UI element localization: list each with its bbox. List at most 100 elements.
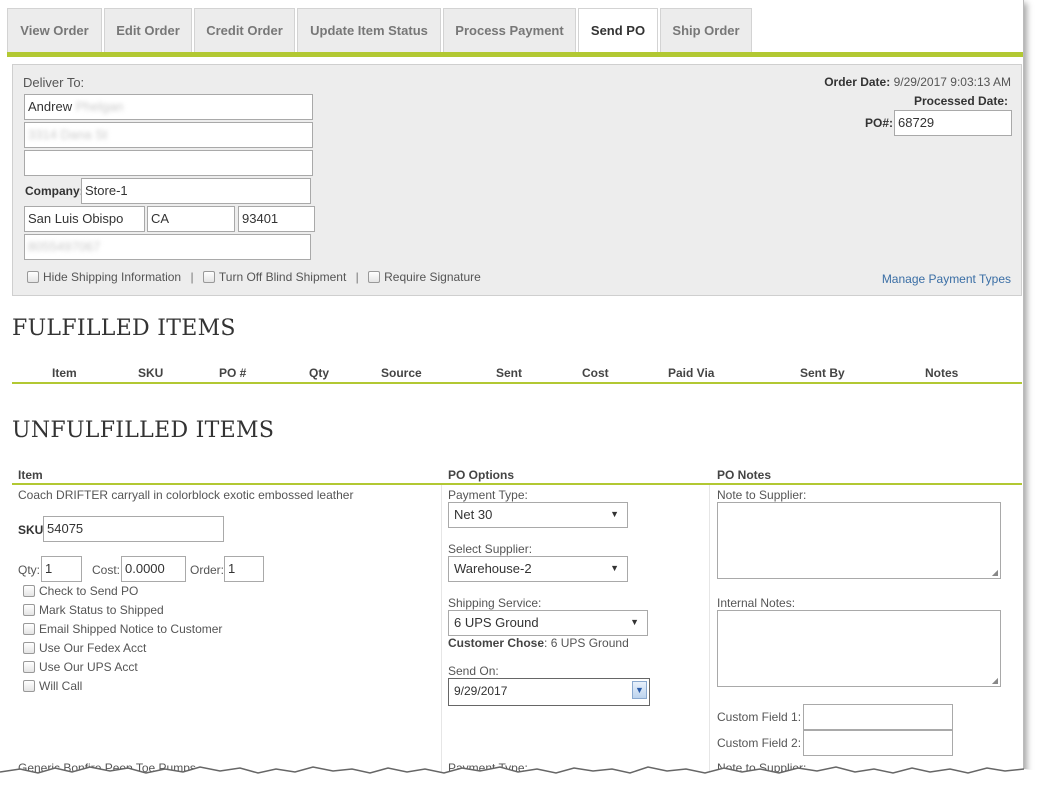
- mark-shipped-label: Mark Status to Shipped: [39, 603, 164, 617]
- email-notice-row: Email Shipped Notice to Customer: [23, 622, 222, 636]
- customer-chose-value: : 6 UPS Ground: [544, 636, 629, 650]
- col-item: Item: [52, 366, 77, 380]
- blind-shipment-label: Turn Off Blind Shipment: [218, 270, 347, 284]
- will-call-row: Will Call: [23, 679, 82, 693]
- customer-chose: Customer Chose: 6 UPS Ground: [448, 636, 629, 650]
- calendar-dropdown-icon[interactable]: ▼: [632, 681, 647, 699]
- order-date: Order Date: 9/29/2017 9:03:13 AM: [824, 75, 1011, 89]
- email-notice-label: Email Shipped Notice to Customer: [39, 622, 223, 636]
- col-notes: Notes: [925, 366, 959, 380]
- col-paid-via: Paid Via: [668, 366, 715, 380]
- require-signature-checkbox[interactable]: [368, 271, 381, 283]
- ups-acct-label: Use Our UPS Acct: [39, 660, 138, 674]
- col-sent-by: Sent By: [800, 366, 845, 380]
- check-send-po-label: Check to Send PO: [39, 584, 139, 598]
- check-send-po-checkbox[interactable]: [23, 585, 35, 597]
- require-signature-label: Require Signature: [384, 270, 481, 284]
- dropdown-arrow-icon: ▼: [630, 617, 639, 627]
- col-po-options: PO Options: [448, 468, 514, 482]
- phone-field[interactable]: 8055497067: [24, 234, 311, 260]
- po-label: PO#:: [865, 116, 894, 130]
- custom-field-1-label: Custom Field 1:: [717, 710, 802, 724]
- city-field[interactable]: San Luis Obispo: [24, 206, 145, 232]
- resize-grip-icon[interactable]: ◢: [992, 676, 998, 685]
- dropdown-arrow-icon: ▼: [610, 509, 619, 519]
- column-divider: [441, 485, 442, 775]
- state-field[interactable]: CA: [147, 206, 235, 232]
- phone-redacted: 8055497067: [28, 239, 101, 254]
- payment-type-value: Net 30: [454, 507, 493, 522]
- qty-field[interactable]: 1: [41, 556, 82, 582]
- hide-shipping-label: Hide Shipping Information: [43, 270, 182, 284]
- separator: |: [190, 270, 194, 284]
- tab-underline: [7, 52, 1023, 57]
- check-send-po-row: Check to Send PO: [23, 584, 138, 598]
- separator: |: [355, 270, 359, 284]
- col-po-notes: PO Notes: [717, 468, 772, 482]
- mark-shipped-row: Mark Status to Shipped: [23, 603, 164, 617]
- tab-credit-order[interactable]: Credit Order: [194, 8, 295, 52]
- shipping-service-label: Shipping Service:: [448, 596, 542, 610]
- name-first: Andrew: [28, 99, 73, 114]
- supplier-select[interactable]: Warehouse-2 ▼: [448, 556, 628, 582]
- ups-acct-row: Use Our UPS Acct: [23, 660, 138, 674]
- note-to-supplier-label: Note to Supplier:: [717, 488, 807, 502]
- fulfilled-items-title: FULFILLED ITEMS: [12, 316, 236, 341]
- will-call-checkbox[interactable]: [23, 680, 35, 692]
- address2-field[interactable]: [24, 150, 313, 176]
- po-number-field[interactable]: 68729: [894, 110, 1012, 136]
- col-po-number: PO #: [219, 366, 247, 380]
- email-notice-checkbox[interactable]: [23, 623, 35, 635]
- zip-field[interactable]: 93401: [238, 206, 315, 232]
- will-call-label: Will Call: [39, 679, 83, 693]
- custom-field-2-label: Custom Field 2:: [717, 736, 802, 750]
- sku-field[interactable]: 54075: [43, 516, 224, 542]
- send-on-date-picker[interactable]: 9/29/2017 ▼: [448, 678, 650, 706]
- supplier-label: Select Supplier:: [448, 542, 533, 556]
- dropdown-arrow-icon: ▼: [610, 563, 619, 573]
- address1-redacted: 3314 Dana St: [28, 127, 108, 142]
- send-on-value: 9/29/2017: [454, 684, 508, 698]
- tab-send-po[interactable]: Send PO: [578, 8, 658, 52]
- cost-label: Cost:: [92, 563, 121, 577]
- order-label: Order:: [190, 563, 225, 577]
- mark-shipped-checkbox[interactable]: [23, 604, 35, 616]
- note-to-supplier-textarea[interactable]: ◢: [717, 502, 1001, 579]
- order-field[interactable]: 1: [224, 556, 264, 582]
- customer-chose-label: Customer Chose: [448, 636, 545, 650]
- supplier-value: Warehouse-2: [454, 561, 532, 576]
- custom-field-1-input[interactable]: [803, 704, 953, 730]
- col-sku: SKU: [138, 366, 164, 380]
- processed-date-label: Processed Date:: [913, 94, 1008, 108]
- order-date-value: 9/29/2017 9:03:13 AM: [893, 75, 1011, 89]
- tab-view-order[interactable]: View Order: [7, 8, 102, 52]
- qty-label: Qty:: [18, 563, 41, 577]
- custom-field-2-input[interactable]: [803, 730, 953, 756]
- company-label: Company:: [25, 184, 84, 198]
- column-divider: [709, 485, 710, 775]
- tab-update-item-status[interactable]: Update Item Status: [297, 8, 441, 52]
- col-cost: Cost: [582, 366, 609, 380]
- fedex-acct-row: Use Our Fedex Acct: [23, 641, 146, 655]
- name-field[interactable]: Andrew Phelgan: [24, 94, 313, 120]
- hide-shipping-checkbox[interactable]: [27, 271, 39, 283]
- internal-notes-textarea[interactable]: ◢: [717, 610, 1001, 687]
- tab-edit-order[interactable]: Edit Order: [104, 8, 192, 52]
- fulfilled-header-rule: [12, 382, 1022, 384]
- cost-field[interactable]: 0.0000: [121, 556, 186, 582]
- company-field[interactable]: Store-1: [81, 178, 311, 204]
- blind-shipment-checkbox[interactable]: [202, 271, 215, 283]
- fedex-acct-label: Use Our Fedex Acct: [39, 641, 147, 655]
- resize-grip-icon[interactable]: ◢: [992, 568, 998, 577]
- ups-acct-checkbox[interactable]: [23, 661, 35, 673]
- fedex-acct-checkbox[interactable]: [23, 642, 35, 654]
- shipping-service-select[interactable]: 6 UPS Ground ▼: [448, 610, 648, 636]
- payment-type-select[interactable]: Net 30 ▼: [448, 502, 628, 528]
- deliver-panel: Deliver To: Andrew Phelgan 3314 Dana St …: [12, 64, 1022, 296]
- tab-ship-order[interactable]: Ship Order: [660, 8, 752, 52]
- order-window: View Order Edit Order Credit Order Updat…: [0, 0, 1024, 782]
- tab-process-payment[interactable]: Process Payment: [443, 8, 576, 52]
- item-description: Coach DRIFTER carryall in colorblock exo…: [18, 488, 354, 502]
- manage-payment-types-link[interactable]: Manage Payment Types: [882, 272, 1011, 286]
- address1-field[interactable]: 3314 Dana St: [24, 122, 313, 148]
